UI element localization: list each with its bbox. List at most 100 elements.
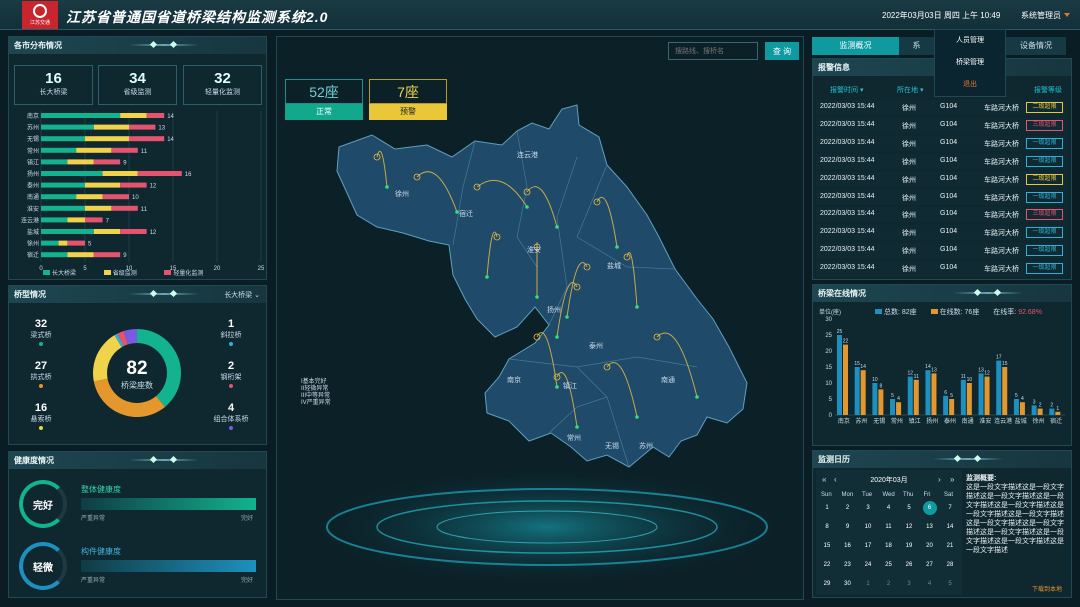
calendar-day[interactable]: 28 — [942, 562, 958, 568]
map-legend-item: I基本完好 — [301, 379, 327, 385]
calendar-day[interactable]: 15 — [819, 543, 835, 549]
data-label: 10 — [872, 377, 878, 383]
calendar-day[interactable]: 2 — [840, 505, 856, 511]
data-label: 11 — [141, 149, 148, 155]
map-city-label: 苏州 — [639, 443, 653, 450]
calendar-day[interactable]: 19 — [901, 543, 917, 549]
tab-system[interactable]: 系 — [899, 37, 934, 55]
calendar-day[interactable]: 10 — [860, 524, 876, 530]
table-row[interactable]: 2022/03/03 15:44 徐州 G104 车路河大桥 一级超限 — [816, 261, 1066, 277]
stat-label: 省级监测 — [123, 89, 152, 96]
panel-title: 健康度情况 — [14, 456, 54, 465]
col-time[interactable]: 报警时间 ▾ — [830, 85, 863, 95]
tab-overview[interactable]: 监测概况 — [812, 37, 899, 55]
table-row[interactable]: 2022/03/03 15:44 徐州 G104 车路河大桥 二级超限 — [816, 171, 1066, 187]
menu-item-users[interactable]: 人员管理 — [935, 30, 1005, 52]
logo: 江苏交通 — [22, 1, 58, 29]
bridge-type-select[interactable]: 长大桥梁 ⌄ — [224, 290, 260, 300]
calendar-day[interactable]: 8 — [819, 524, 835, 530]
calendar-day[interactable]: 3 — [860, 505, 876, 511]
calendar-day[interactable]: 5 — [942, 581, 958, 587]
calendar-day[interactable]: 30 — [840, 581, 856, 587]
calendar-day[interactable]: 12 — [901, 524, 917, 530]
cell-route: G104 — [940, 264, 958, 272]
calendar-day[interactable]: 20 — [922, 543, 938, 549]
table-row[interactable]: 2022/03/03 15:44 徐州 G104 车路河大桥 一级超限 — [816, 225, 1066, 241]
calendar-day[interactable]: 26 — [901, 562, 917, 568]
calendar-day[interactable]: 16 — [840, 543, 856, 549]
level-badge: 三级超限 — [1026, 119, 1063, 131]
calendar-day[interactable]: 4 — [922, 581, 938, 587]
table-row[interactable]: 2022/03/03 15:44 徐州 G104 车路河大桥 一级超限 — [816, 189, 1066, 205]
header-decoration — [129, 293, 199, 295]
calendar-day[interactable]: 4 — [881, 505, 897, 511]
bar-segment — [85, 205, 112, 211]
y-tick-label: 无锡 — [27, 135, 39, 143]
y-tick-label: 盐城 — [27, 228, 39, 236]
x-tick-label: 淮安 — [979, 417, 991, 425]
bar — [1055, 411, 1061, 415]
bar-segment — [67, 217, 85, 223]
cell-bridge: 车路河大桥 — [984, 266, 1019, 274]
calendar-day[interactable]: 3 — [901, 581, 917, 587]
calendar-day[interactable]: 2 — [881, 581, 897, 587]
calendar-day[interactable]: 29 — [819, 581, 835, 587]
data-label: 17 — [996, 355, 1002, 361]
calendar-day[interactable]: 23 — [840, 562, 856, 568]
calendar-day[interactable]: 9 — [840, 524, 856, 530]
col-city[interactable]: 所在地 ▾ — [897, 85, 923, 95]
data-label: 10 — [132, 195, 139, 201]
search-input[interactable] — [668, 42, 758, 60]
calendar-day[interactable]: 11 — [881, 524, 897, 530]
calendar-day[interactable]: 1 — [819, 505, 835, 511]
bar — [907, 376, 913, 415]
calendar-day[interactable]: 1 — [860, 581, 876, 587]
table-row[interactable]: 2022/03/03 15:44 徐州 G104 车路河大桥 一级超限 — [816, 135, 1066, 151]
table-row[interactable]: 2022/03/03 15:44 徐州 G104 车路河大桥 一级超限 — [816, 153, 1066, 169]
table-row[interactable]: 2022/03/03 15:44 徐州 G104 车路河大桥 三级超限 — [816, 207, 1066, 223]
calendar-day[interactable]: 7 — [942, 505, 958, 511]
next-month-button[interactable]: › — [938, 475, 941, 484]
table-row[interactable]: 2022/03/03 15:44 徐州 G104 车路河大桥 一级超限 — [816, 243, 1066, 259]
stat-value: 4 — [227, 402, 235, 414]
stat-label: 长大桥梁 — [39, 89, 68, 96]
map-city-label: 常州 — [567, 435, 581, 442]
map-panel: 52座 正常 7座 预警 连云港 徐州 宿迁 淮安 盐城 扬州 泰州 南京 镇江 南通 常州 无锡 苏州 I… — [276, 36, 804, 600]
stat-value: 16 — [45, 70, 62, 87]
calendar-day[interactable]: 13 — [922, 524, 938, 530]
type-dot — [229, 342, 233, 346]
table-row[interactable]: 2022/03/03 15:44 徐州 G104 车路河大桥 三级超限 — [816, 117, 1066, 133]
health-bar — [81, 498, 256, 510]
tab-device[interactable]: 设备情况 — [1006, 37, 1066, 55]
calendar-day[interactable]: 17 — [860, 543, 876, 549]
calendar-day[interactable]: 25 — [881, 562, 897, 568]
calendar-day[interactable]: 21 — [942, 543, 958, 549]
menu-item-bridges[interactable]: 桥梁管理 — [935, 52, 1005, 74]
search-button[interactable]: 查 询 — [765, 42, 799, 60]
next-year-button[interactable]: » — [950, 475, 954, 484]
panel-title: 监测日历 — [818, 455, 850, 464]
warning-label: 预警 — [369, 104, 447, 120]
cell-bridge: 车路河大桥 — [984, 122, 1019, 130]
y-tick-label: 常州 — [27, 147, 39, 155]
y-tick-label: 镇江 — [27, 158, 39, 166]
data-label: 12 — [150, 230, 157, 236]
data-label: 11 — [141, 207, 148, 213]
cell-city: 徐州 — [902, 122, 916, 130]
user-menu[interactable]: 系统管理员 — [1021, 10, 1070, 21]
download-link[interactable]: 下载到本地 — [1032, 584, 1062, 593]
calendar-day[interactable]: 6 — [922, 501, 937, 515]
table-row[interactable]: 2022/03/03 15:44 徐州 G104 车路河大桥 二级超限 — [816, 100, 1066, 115]
legend-label: 省级监测 — [112, 271, 137, 277]
cell-route: G104 — [940, 210, 958, 218]
calendar-day[interactable]: 5 — [901, 505, 917, 511]
bar-segment — [41, 217, 68, 223]
calendar-day[interactable]: 27 — [922, 562, 938, 568]
calendar-day[interactable]: 24 — [860, 562, 876, 568]
bridge-dot — [575, 425, 579, 429]
calendar-day[interactable]: 18 — [881, 543, 897, 549]
calendar-day[interactable]: 22 — [819, 562, 835, 568]
menu-item-logout[interactable]: 退出 — [935, 74, 1005, 96]
calendar-day[interactable]: 14 — [942, 524, 958, 530]
data-label: 7 — [106, 218, 110, 224]
